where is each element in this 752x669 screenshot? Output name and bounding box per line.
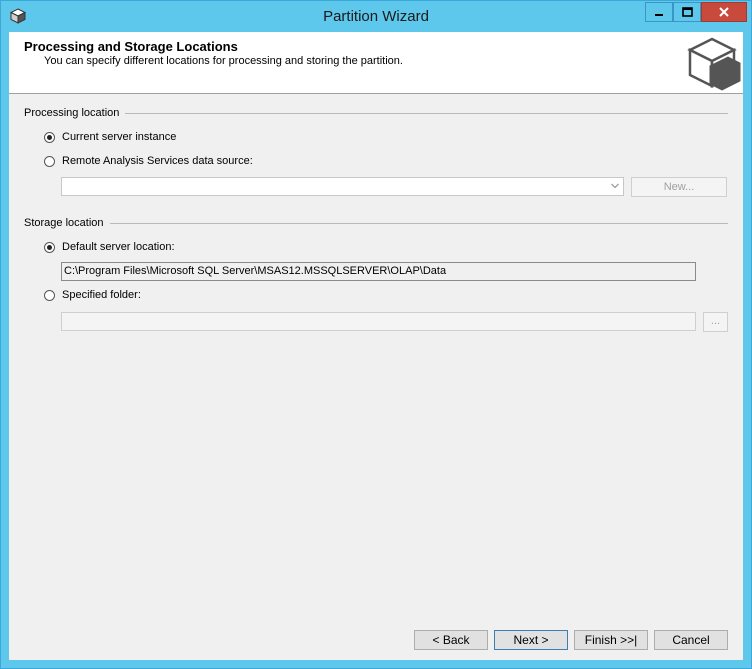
page-title: Processing and Storage Locations [24, 39, 238, 54]
cube-header-icon [687, 37, 741, 91]
radio-button[interactable] [44, 289, 55, 301]
divider [125, 112, 728, 114]
specified-folder-input[interactable] [61, 312, 696, 331]
chevron-down-icon[interactable] [610, 181, 620, 191]
window-title: Partition Wizard [323, 8, 429, 25]
processing-location-label: Processing location [24, 107, 120, 119]
title-bar[interactable]: Partition Wizard [1, 1, 751, 32]
wizard-client-area: Processing and Storage Locations You can… [9, 32, 743, 660]
storage-location-label: Storage location [24, 217, 104, 229]
radio-default-server-location[interactable]: Default server location: [44, 241, 175, 253]
close-button[interactable] [701, 2, 747, 22]
divider [109, 222, 728, 224]
radio-label: Remote Analysis Services data source: [62, 155, 253, 167]
radio-remote-data-source[interactable]: Remote Analysis Services data source: [44, 155, 253, 167]
wizard-header: Processing and Storage Locations You can… [9, 32, 743, 94]
minimize-icon [655, 14, 663, 16]
radio-specified-folder[interactable]: Specified folder: [44, 289, 141, 301]
partition-wizard-window: Partition Wizard Processing and Storage … [0, 0, 752, 669]
back-button[interactable]: < Back [414, 630, 488, 650]
radio-label: Specified folder: [62, 289, 141, 301]
default-location-path: C:\Program Files\Microsoft SQL Server\MS… [61, 262, 696, 281]
data-source-combobox[interactable] [61, 177, 624, 196]
radio-button[interactable] [44, 131, 55, 143]
minimize-button[interactable] [645, 2, 673, 22]
maximize-icon [681, 7, 693, 17]
cancel-button[interactable]: Cancel [654, 630, 728, 650]
radio-current-server-instance[interactable]: Current server instance [44, 131, 176, 143]
radio-label: Current server instance [62, 131, 177, 143]
close-icon [719, 7, 729, 17]
new-data-source-button[interactable]: New... [631, 177, 727, 197]
finish-button[interactable]: Finish >>| [574, 630, 648, 650]
radio-label: Default server location: [62, 241, 175, 253]
radio-button[interactable] [44, 155, 55, 167]
page-subtitle: You can specify different locations for … [44, 55, 403, 67]
storage-location-group: Storage location [24, 217, 728, 229]
browse-folder-button[interactable]: ... [703, 312, 728, 332]
radio-button[interactable] [44, 241, 55, 253]
next-button[interactable]: Next > [494, 630, 568, 650]
processing-location-group: Processing location [24, 107, 728, 119]
maximize-button[interactable] [673, 2, 701, 22]
